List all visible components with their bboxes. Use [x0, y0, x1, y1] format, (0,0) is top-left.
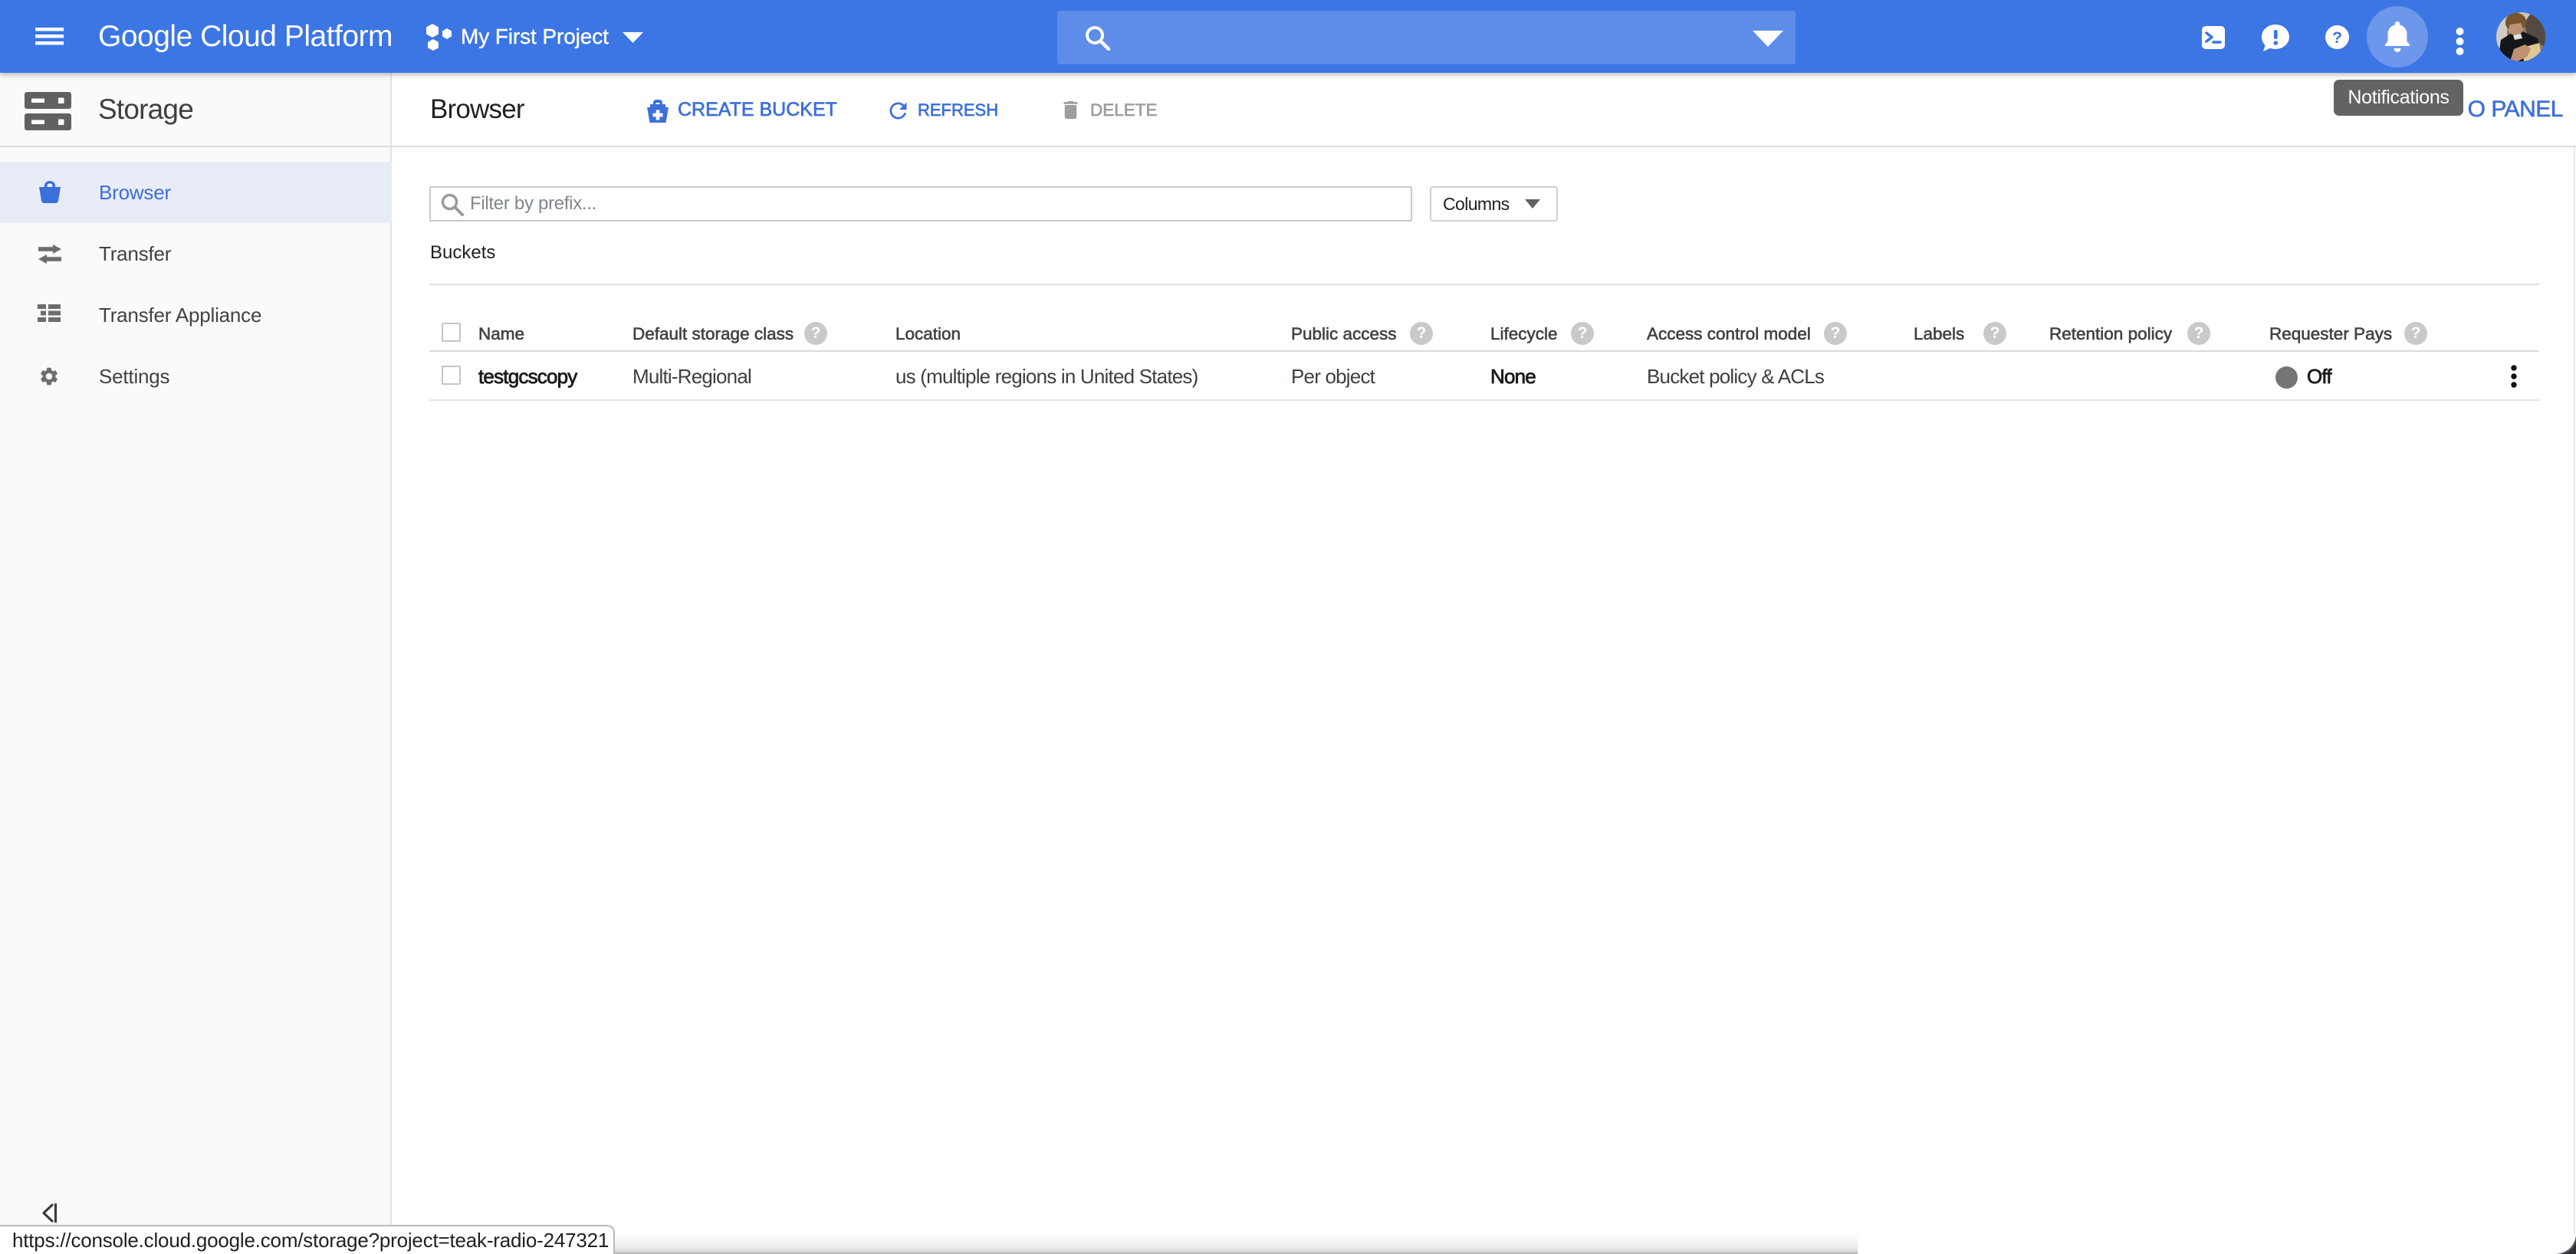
- svg-text:?: ?: [2332, 29, 2342, 47]
